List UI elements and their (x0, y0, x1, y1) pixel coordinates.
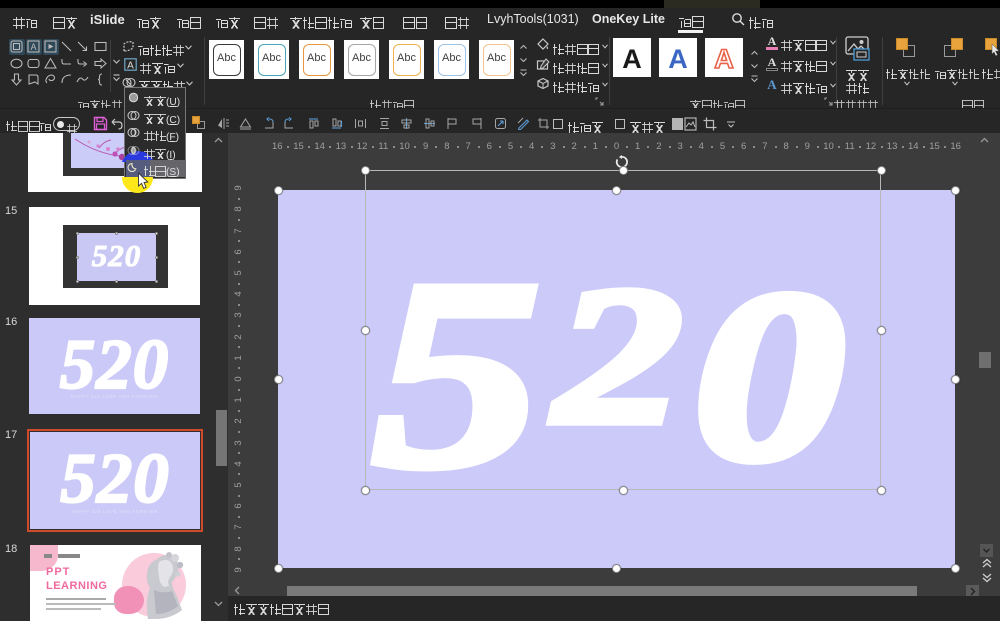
svg-text:A: A (30, 42, 36, 52)
svg-text:A: A (127, 60, 134, 71)
